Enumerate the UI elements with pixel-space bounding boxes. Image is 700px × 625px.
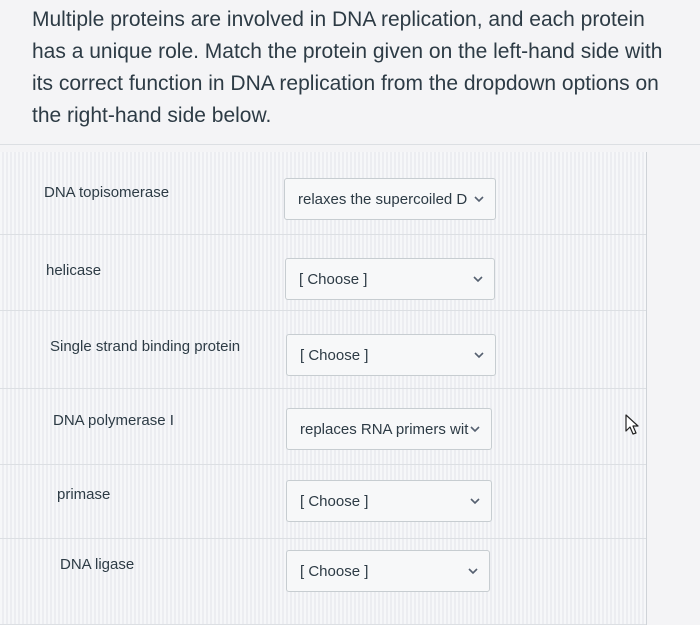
match-row: Single strand binding protein [ Choose ] — [0, 310, 646, 389]
dropdown-value: replaces RNA primers wit — [300, 421, 469, 438]
protein-label: Single strand binding protein — [50, 338, 241, 355]
function-dropdown[interactable]: [ Choose ] — [286, 550, 490, 592]
question-text: Multiple proteins are involved in DNA re… — [32, 8, 663, 127]
match-row: helicase [ Choose ] — [0, 234, 646, 311]
dropdown-value: [ Choose ] — [300, 563, 369, 580]
match-row: primase [ Choose ] — [0, 464, 646, 539]
function-dropdown[interactable]: [ Choose ] — [286, 334, 496, 376]
divider — [0, 144, 700, 145]
dropdown-value: [ Choose ] — [300, 493, 369, 510]
function-dropdown[interactable]: replaces RNA primers wit — [286, 408, 492, 450]
dropdown-value: relaxes the supercoiled D — [298, 191, 468, 208]
match-row: DNA ligase [ Choose ] — [0, 538, 646, 625]
protein-label: DNA topisomerase — [44, 184, 170, 201]
protein-label: DNA ligase — [60, 556, 135, 573]
mouse-cursor-icon — [625, 414, 639, 435]
dropdown-value: [ Choose ] — [300, 347, 369, 364]
chevron-down-icon — [470, 498, 480, 505]
function-dropdown[interactable]: relaxes the supercoiled D — [284, 178, 496, 220]
chevron-down-icon — [473, 276, 483, 283]
chevron-down-icon — [474, 196, 484, 203]
protein-label: DNA polymerase I — [53, 412, 174, 429]
chevron-down-icon — [470, 426, 480, 433]
match-row: DNA polymerase I replaces RNA primers wi… — [0, 388, 646, 465]
match-row: DNA topisomerase relaxes the supercoiled… — [0, 152, 646, 235]
dropdown-value: [ Choose ] — [299, 271, 368, 288]
function-dropdown[interactable]: [ Choose ] — [285, 258, 495, 300]
chevron-down-icon — [468, 568, 478, 575]
protein-label: helicase — [46, 262, 102, 279]
chevron-down-icon — [474, 352, 484, 359]
function-dropdown[interactable]: [ Choose ] — [286, 480, 492, 522]
protein-label: primase — [57, 486, 111, 503]
matching-panel: DNA topisomerase relaxes the supercoiled… — [0, 152, 647, 625]
